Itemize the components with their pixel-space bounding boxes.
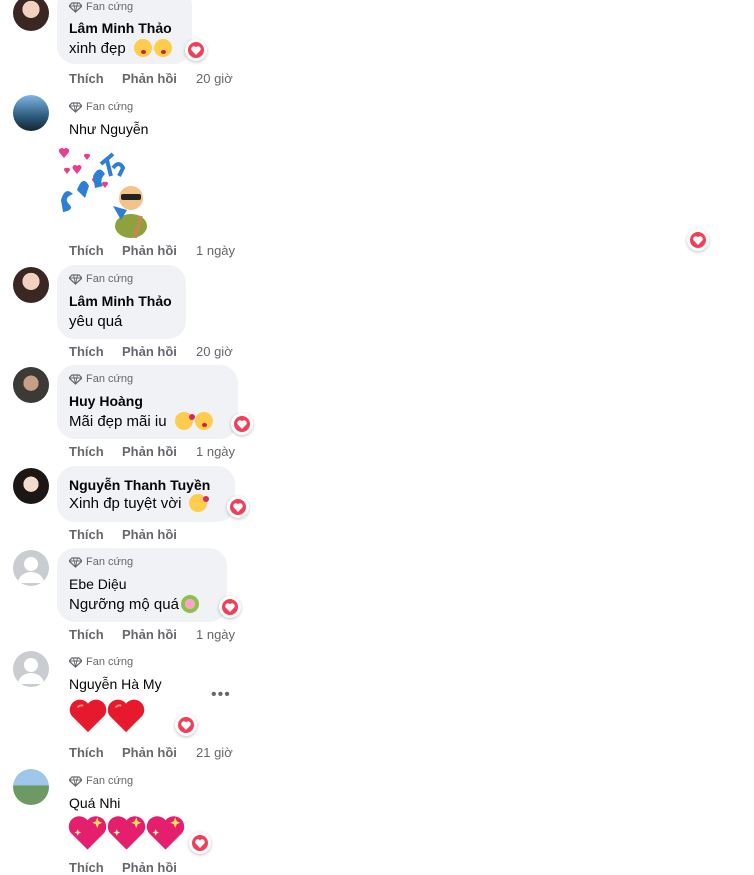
heart-reaction-icon[interactable] <box>189 832 211 854</box>
heart-reaction-icon[interactable] <box>231 413 253 435</box>
sparkling-heart-emoji <box>146 815 185 851</box>
reply-link[interactable]: Phản hồi <box>122 344 196 359</box>
diamond-icon <box>69 776 82 787</box>
like-link[interactable]: Thích <box>69 71 122 86</box>
reply-link[interactable]: Phản hồi <box>122 243 196 258</box>
heart-reaction-icon[interactable] <box>687 229 709 251</box>
avatar[interactable] <box>13 468 49 504</box>
fan-badge: Fan cứng <box>69 556 133 568</box>
diamond-icon <box>69 2 82 13</box>
fan-badge: Fan cứng <box>69 775 133 787</box>
avatar[interactable] <box>13 651 49 687</box>
reply-link[interactable]: Phản hồi <box>122 860 196 875</box>
comment-actions: Thích Phản hồi 1 ngày <box>69 243 235 258</box>
default-avatar-icon <box>18 557 44 583</box>
heart-reaction-icon[interactable] <box>227 496 249 518</box>
diamond-icon <box>69 274 82 285</box>
comment-actions: Thích Phản hồi 1 ngày <box>69 444 235 459</box>
comment-author[interactable]: Nguyễn Thanh Tuyền <box>69 477 210 493</box>
timestamp[interactable]: 20 giờ <box>196 344 233 359</box>
comment-author[interactable]: Ebe Diệu <box>69 576 127 592</box>
diamond-icon <box>69 102 82 113</box>
fan-badge: Fan cứng <box>69 1 133 13</box>
reply-link[interactable]: Phản hồi <box>122 745 196 760</box>
like-link[interactable]: Thích <box>69 527 122 542</box>
comment-actions: Thích Phản hồi <box>69 860 196 875</box>
like-link[interactable]: Thích <box>69 627 122 642</box>
comment-text: xinh đẹp <box>69 39 172 57</box>
reply-link[interactable]: Phản hồi <box>122 527 196 542</box>
avatar[interactable] <box>13 769 49 805</box>
diamond-icon <box>69 557 82 568</box>
fan-badge: Fan cứng <box>69 101 133 113</box>
like-link[interactable]: Thích <box>69 860 122 875</box>
kiss-emoji <box>194 412 213 430</box>
default-avatar-icon <box>18 658 44 684</box>
more-options-icon[interactable]: ••• <box>211 686 231 704</box>
kiss-emoji <box>153 39 172 57</box>
comment-emoji-row <box>68 815 185 851</box>
red-heart-emoji <box>107 698 145 734</box>
timestamp[interactable]: 20 giờ <box>196 71 233 86</box>
ban-tim-sticker <box>58 148 147 238</box>
comment-author[interactable]: Nguyễn Hà My <box>69 676 162 692</box>
like-link[interactable]: Thích <box>69 444 122 459</box>
fan-badge: Fan cứng <box>69 273 133 285</box>
reply-link[interactable]: Phản hồi <box>122 627 196 642</box>
sparkling-heart-emoji <box>107 815 146 851</box>
comment-text: Mãi đẹp mãi iu <box>69 412 213 430</box>
avatar[interactable] <box>13 367 49 403</box>
heart-reaction-icon[interactable] <box>219 596 241 618</box>
timestamp[interactable]: 1 ngày <box>196 243 235 258</box>
comment-text: yêu quá <box>69 313 123 330</box>
heart-reaction-icon[interactable] <box>175 714 197 736</box>
bouquet-emoji <box>180 595 199 613</box>
diamond-icon <box>69 657 82 668</box>
comment-actions: Thích Phản hồi 20 giờ <box>69 344 233 359</box>
comment-text: Ngưỡng mộ quá <box>69 595 199 613</box>
heart-reaction-icon[interactable] <box>185 39 207 61</box>
comment-author[interactable]: Như Nguyễn <box>69 121 148 137</box>
smiling-face-with-hearts-emoji <box>174 412 195 430</box>
comment-actions: Thích Phản hồi 21 giờ <box>69 745 233 760</box>
kiss-emoji <box>133 39 152 57</box>
comment-author[interactable]: Lâm Minh Thảo <box>69 293 172 309</box>
like-link[interactable]: Thích <box>69 745 122 760</box>
timestamp[interactable]: 1 ngày <box>196 444 235 459</box>
fan-badge: Fan cứng <box>69 373 133 385</box>
comment-emoji-row <box>69 698 145 734</box>
avatar[interactable] <box>13 95 49 131</box>
smiling-face-with-hearts-emoji <box>189 494 210 512</box>
comment-actions: Thích Phản hồi 20 giờ <box>69 71 233 86</box>
avatar[interactable] <box>13 0 49 31</box>
diamond-icon <box>69 374 82 385</box>
like-link[interactable]: Thích <box>69 344 122 359</box>
red-heart-emoji <box>69 698 107 734</box>
timestamp[interactable]: 1 ngày <box>196 627 235 642</box>
comment-author[interactable]: Huy Hoàng <box>69 393 143 409</box>
comment-actions: Thích Phản hồi 1 ngày <box>69 627 235 642</box>
avatar[interactable] <box>13 267 49 303</box>
comment-author[interactable]: Quá Nhi <box>69 795 120 811</box>
comment-actions: Thích Phản hồi <box>69 527 196 542</box>
comment-text: Xinh đp tuyệt vời <box>69 494 210 512</box>
timestamp[interactable]: 21 giờ <box>196 745 233 760</box>
comment-author[interactable]: Lâm Minh Thảo <box>69 20 172 36</box>
sparkling-heart-emoji <box>68 815 107 851</box>
like-link[interactable]: Thích <box>69 243 122 258</box>
fan-badge: Fan cứng <box>69 656 133 668</box>
reply-link[interactable]: Phản hồi <box>122 444 196 459</box>
reply-link[interactable]: Phản hồi <box>122 71 196 86</box>
avatar[interactable] <box>13 550 49 586</box>
